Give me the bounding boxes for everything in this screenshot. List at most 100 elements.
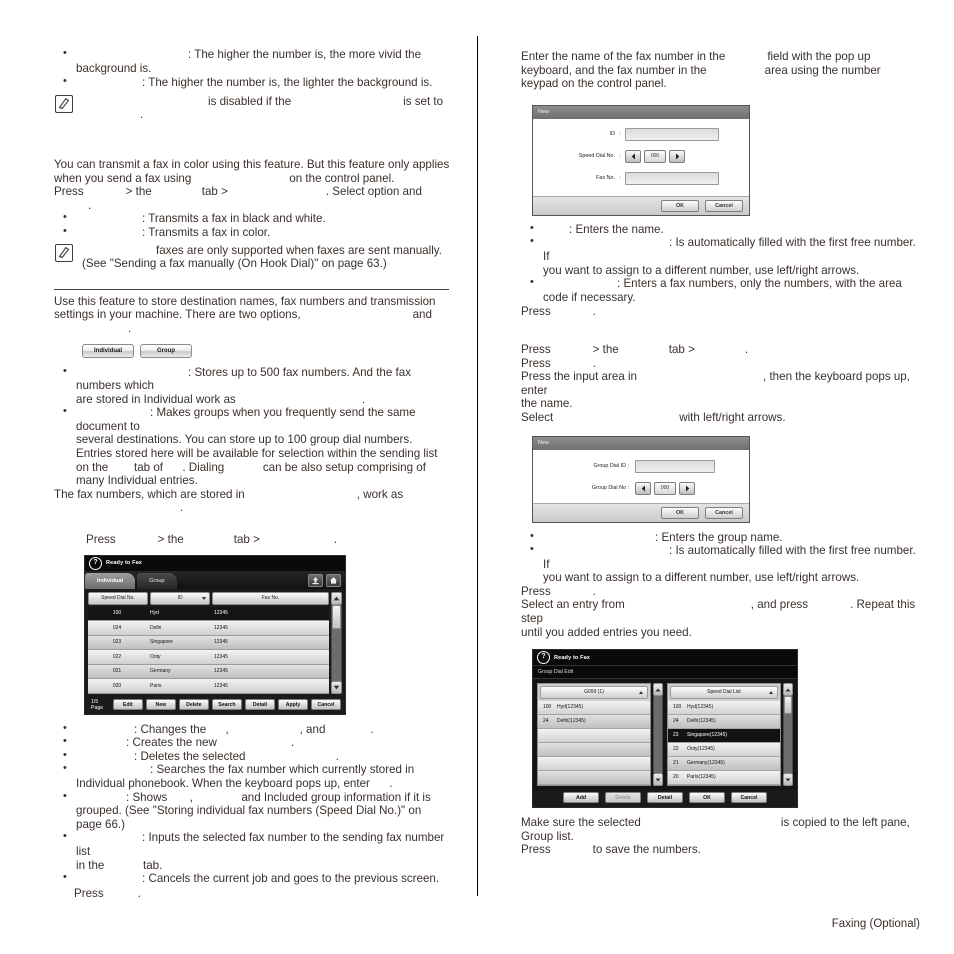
bullet-line: page 66.) <box>76 817 125 831</box>
colon-separator: : <box>619 153 621 160</box>
home-icon[interactable] <box>326 573 341 587</box>
group-dial-id-input[interactable] <box>635 459 715 473</box>
column-header-fax-no[interactable]: Fax No. <box>212 591 329 605</box>
ok-button[interactable]: OK <box>661 506 699 519</box>
scrollbar-track[interactable] <box>783 696 793 774</box>
list-item: : Shows , and Included group information… <box>54 790 454 832</box>
arrow-right-icon[interactable] <box>679 481 695 495</box>
cancel-button[interactable]: Cancel <box>705 199 743 212</box>
bullet-line: grouped. (See "Storing individual fax nu… <box>76 804 422 818</box>
bullet-line: : Is automatically filled with the first… <box>543 544 916 571</box>
press-end: . <box>137 886 141 900</box>
scrollbar-thumb[interactable] <box>332 604 341 629</box>
list-item: : Creates the new . <box>54 735 454 750</box>
bullet-list-group-dialog: : Enters the group name. : Is automatica… <box>521 530 921 585</box>
column-header-id[interactable]: ID <box>150 591 210 605</box>
help-icon[interactable]: ? <box>537 651 550 665</box>
cancel-button[interactable]: Cancel <box>705 506 743 519</box>
item-number: 21 <box>673 760 679 767</box>
tab-group[interactable]: Group <box>137 572 177 589</box>
item-label: Ooty(12345) <box>687 746 715 753</box>
list-item[interactable]: 20 Paris(12345) <box>668 771 780 786</box>
table-row[interactable]: 024 Delhi 12345 <box>88 621 329 636</box>
list-item[interactable]: 24 Delhi(12345) <box>668 715 780 730</box>
list-item: : The higher the number is, the more viv… <box>54 47 454 75</box>
export-icon[interactable] <box>308 573 323 587</box>
press-gt: > the <box>125 185 152 199</box>
add-button[interactable]: Add <box>563 792 599 804</box>
list-item[interactable]: 21 Germany(12345) <box>668 757 780 772</box>
speed-dial-list[interactable]: Speed Dial List 100 Hyd(12345) 24 Delhi(12… <box>667 683 781 787</box>
vertical-scrollbar[interactable] <box>331 591 342 694</box>
cell-fax: 12345 <box>214 610 228 617</box>
list-item-empty[interactable] <box>538 757 650 772</box>
table-row[interactable]: 023 Singapore 12345 <box>88 635 329 651</box>
group-dial-stepper[interactable]: 000 <box>635 481 695 495</box>
speed-dial-list-pane: Speed Dial List 100 Hyd(12345) 24 Delhi(12… <box>667 683 793 787</box>
phonebook-section: Use this feature to store destination na… <box>54 288 454 547</box>
group-list-header[interactable]: G099 (1) <box>540 686 648 700</box>
figure-button-individual[interactable]: Individual <box>82 343 134 358</box>
speed-dial-value: 000 <box>644 149 666 163</box>
arrow-left-icon[interactable] <box>625 149 641 163</box>
table-row[interactable]: 022 Ooty 12345 <box>88 650 329 665</box>
color-mode-para: You can transmit a fax in color using th… <box>54 158 454 185</box>
id-input[interactable] <box>625 127 719 141</box>
list-item[interactable]: 100 Hyd(12345) <box>668 701 780 716</box>
scrollbar-thumb[interactable] <box>784 696 792 715</box>
detail-button[interactable]: Detail <box>647 792 683 804</box>
scrollbar-track[interactable] <box>331 604 342 681</box>
fax-no-input[interactable] <box>625 171 719 185</box>
table-row[interactable]: 020 Paris 12345 <box>88 679 329 694</box>
scroll-down-icon[interactable] <box>653 773 663 787</box>
ok-button[interactable]: OK <box>661 199 699 212</box>
closing-a: The fax numbers, which are stored in <box>54 487 245 501</box>
scroll-up-icon[interactable] <box>653 683 663 697</box>
item-label: Hyd(12345) <box>557 704 584 711</box>
bullet-line: : Is automatically filled with the first… <box>543 236 916 263</box>
scroll-down-icon[interactable] <box>783 773 793 787</box>
group-list-scrollbar[interactable] <box>653 683 663 787</box>
table-row[interactable]: 100 Hyd 12345 <box>88 606 329 622</box>
colon-separator: : <box>619 175 621 182</box>
speed-dial-stepper[interactable]: 000 <box>625 149 685 163</box>
speed-dial-list-header[interactable]: Speed Dial List <box>670 686 778 700</box>
table-row[interactable]: 021 Germany 12345 <box>88 664 329 680</box>
delete-button[interactable]: Delete <box>178 699 209 711</box>
group-list[interactable]: G099 (1) 100 Hyd(12345) 24 Delhi(12345) <box>537 683 651 787</box>
tab-individual[interactable]: Individual <box>85 572 136 589</box>
list-item[interactable]: 22 Ooty(12345) <box>668 743 780 758</box>
ok-button[interactable]: OK <box>689 792 725 804</box>
scroll-up-icon[interactable] <box>783 683 793 697</box>
list-item[interactable]: 24 Delhi(12345) <box>538 715 650 730</box>
list-item-selected[interactable]: 23 Singapore(12345) <box>668 729 780 744</box>
detail-button[interactable]: Detail <box>244 699 275 711</box>
search-button[interactable]: Search <box>211 699 242 711</box>
select-entry-b: , and press <box>750 598 809 612</box>
list-item-empty[interactable] <box>538 771 650 786</box>
apply-button[interactable]: Apply <box>277 699 308 711</box>
scroll-up-icon[interactable] <box>331 591 342 605</box>
cancel-button[interactable]: Cancel <box>310 699 342 711</box>
phonebook-press-line: Press > the tab >. <box>86 533 454 547</box>
new-button[interactable]: New <box>145 699 176 711</box>
column-header-speed-dial-no[interactable]: Speed Dial No. <box>88 591 148 605</box>
screenshot-individual-phonebook: ? Ready to Fax Individual Group Speed Di… <box>84 554 346 715</box>
list-item[interactable]: 100 Hyd(12345) <box>538 701 650 716</box>
help-icon[interactable]: ? <box>89 556 102 570</box>
edit-button[interactable]: Edit <box>112 699 143 711</box>
chevron-up-icon <box>639 691 643 695</box>
cancel-button[interactable]: Cancel <box>731 792 767 804</box>
list-item-empty[interactable] <box>538 729 650 744</box>
list-item-empty[interactable] <box>538 743 650 758</box>
cell-speed-dial: 020 <box>112 682 122 689</box>
scrollbar-track[interactable] <box>653 696 663 774</box>
group-steps: Press > the tab >. Press. Press the input … <box>521 343 921 425</box>
arrow-left-icon[interactable] <box>635 481 651 495</box>
bullet-line: : Makes groups when you frequently send … <box>76 406 416 433</box>
arrow-right-icon[interactable] <box>669 149 685 163</box>
speed-dial-scrollbar[interactable] <box>783 683 793 787</box>
scroll-down-icon[interactable] <box>331 680 342 694</box>
figure-button-group[interactable]: Group <box>140 343 192 358</box>
line4: the name. <box>521 397 573 411</box>
